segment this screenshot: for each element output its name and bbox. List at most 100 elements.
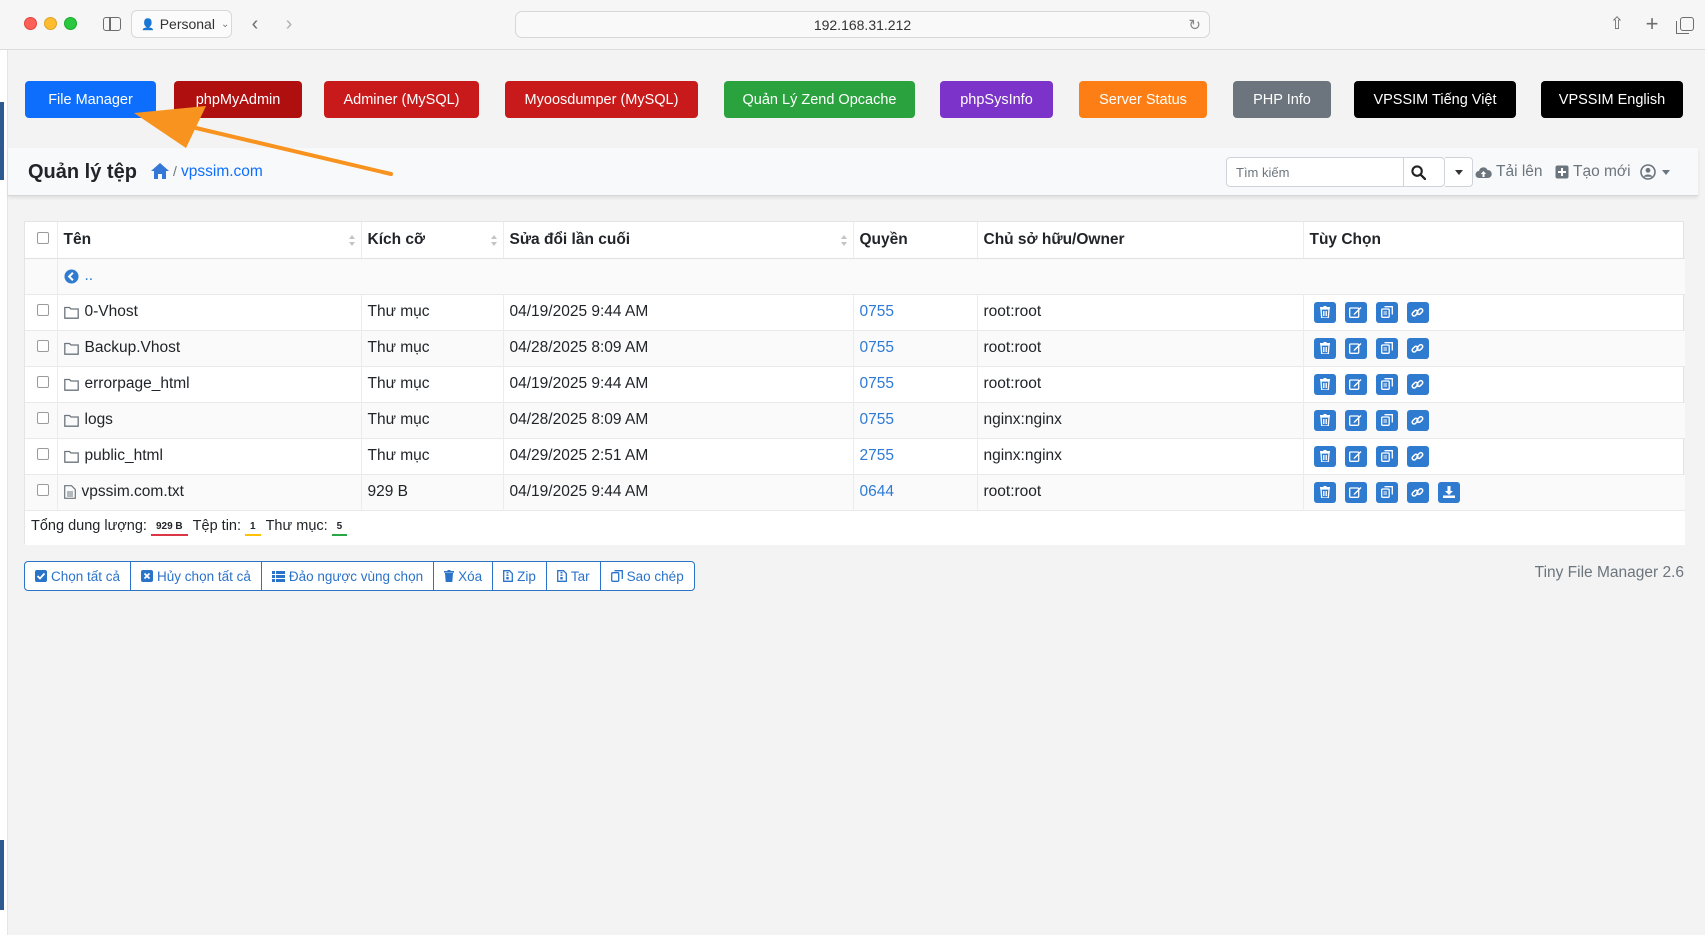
link-icon[interactable] bbox=[1406, 337, 1429, 359]
unselect-all-button[interactable]: Hủy chọn tất cả bbox=[131, 562, 262, 590]
select-all-header bbox=[25, 222, 58, 259]
copy-icon[interactable] bbox=[1375, 337, 1398, 359]
rename-icon[interactable] bbox=[1344, 445, 1367, 467]
permission-link[interactable]: 0755 bbox=[860, 375, 894, 392]
file-owner: nginx:nginx bbox=[977, 437, 1304, 474]
phpsysinfo-button[interactable]: phpSysInfo bbox=[940, 81, 1053, 118]
delete-icon[interactable] bbox=[1313, 409, 1336, 431]
home-icon[interactable] bbox=[150, 162, 170, 180]
parent-directory-link[interactable]: .. bbox=[85, 267, 94, 285]
address-text: 192.168.31.212 bbox=[813, 16, 912, 33]
parent-directory-row[interactable]: .. bbox=[25, 257, 1685, 294]
rename-icon[interactable] bbox=[1344, 337, 1367, 359]
copy-icon[interactable] bbox=[1375, 373, 1398, 395]
delete-icon[interactable] bbox=[1313, 481, 1336, 503]
copy-icon[interactable] bbox=[1375, 409, 1398, 431]
forward-arrow-icon[interactable]: › bbox=[280, 12, 298, 36]
file-name-link[interactable]: public_html bbox=[85, 447, 163, 465]
tab-overview-icon[interactable] bbox=[1676, 12, 1698, 36]
row-checkbox[interactable] bbox=[37, 412, 49, 424]
column-modified[interactable]: Sửa đổi lần cuối bbox=[503, 222, 854, 259]
myoosdumper-button[interactable]: Myoosdumper (MySQL) bbox=[505, 81, 698, 118]
link-icon[interactable] bbox=[1406, 481, 1429, 503]
link-icon[interactable] bbox=[1406, 409, 1429, 431]
row-checkbox[interactable] bbox=[37, 340, 49, 352]
table-row: 0-Vhost Thư mục 04/19/2025 9:44 AM 0755 root… bbox=[25, 293, 1685, 330]
permission-link[interactable]: 0755 bbox=[860, 303, 894, 320]
phpmyadmin-button[interactable]: phpMyAdmin bbox=[174, 81, 302, 118]
rename-icon[interactable] bbox=[1344, 409, 1367, 431]
file-modified: 04/29/2025 2:51 AM bbox=[503, 437, 854, 474]
adminer-button[interactable]: Adminer (MySQL) bbox=[324, 81, 479, 118]
zip-button[interactable]: Zip bbox=[493, 562, 547, 590]
row-checkbox[interactable] bbox=[37, 376, 49, 388]
permission-link[interactable]: 2755 bbox=[860, 447, 894, 464]
share-icon[interactable]: ⇧ bbox=[1606, 12, 1628, 36]
rename-icon[interactable] bbox=[1344, 373, 1367, 395]
permission-link[interactable]: 0755 bbox=[860, 339, 894, 356]
delete-icon[interactable] bbox=[1313, 445, 1336, 467]
upload-link[interactable]: Tải lên bbox=[1475, 163, 1543, 181]
profile-selector[interactable]: 👤 Personal ⌄ bbox=[131, 10, 232, 38]
zend-opcache-button[interactable]: Quản Lý Zend Opcache bbox=[724, 81, 915, 118]
sidebar-toggle-icon[interactable] bbox=[100, 12, 124, 36]
back-arrow-icon[interactable]: ‹ bbox=[246, 12, 264, 36]
table-row: vpssim.com.txt 929 B 04/19/2025 9:44 AM 064… bbox=[25, 473, 1685, 510]
file-name-link[interactable]: Backup.Vhost bbox=[85, 339, 181, 357]
file-name-link[interactable]: 0-Vhost bbox=[85, 303, 138, 321]
address-bar[interactable]: 192.168.31.212 ↻ bbox=[515, 11, 1210, 38]
search-options-dropdown[interactable] bbox=[1445, 157, 1473, 187]
search-button[interactable] bbox=[1403, 158, 1433, 186]
folder-count-badge: 5 bbox=[331, 519, 348, 537]
link-icon[interactable] bbox=[1406, 301, 1429, 323]
sort-icon bbox=[348, 235, 355, 247]
delete-icon[interactable] bbox=[1313, 301, 1336, 323]
tar-button[interactable]: Tar bbox=[547, 562, 601, 590]
permission-link[interactable]: 0644 bbox=[860, 483, 894, 500]
php-info-button[interactable]: PHP Info bbox=[1233, 81, 1331, 118]
select-all-checkbox[interactable] bbox=[37, 231, 49, 244]
delete-icon[interactable] bbox=[1313, 373, 1336, 395]
link-icon[interactable] bbox=[1406, 373, 1429, 395]
minimize-window-button[interactable] bbox=[44, 17, 57, 30]
zoom-window-button[interactable] bbox=[64, 17, 77, 30]
download-icon[interactable] bbox=[1437, 481, 1460, 503]
column-name[interactable]: Tên bbox=[57, 222, 362, 259]
file-name-link[interactable]: errorpage_html bbox=[85, 375, 190, 393]
reload-icon[interactable]: ↻ bbox=[1188, 16, 1201, 34]
vpssim-vietnamese-button[interactable]: VPSSIM Tiếng Việt bbox=[1354, 81, 1516, 118]
delete-icon[interactable] bbox=[1313, 337, 1336, 359]
close-window-button[interactable] bbox=[24, 17, 37, 30]
total-size-badge: 929 B bbox=[150, 519, 188, 537]
column-size[interactable]: Kích cỡ bbox=[361, 222, 504, 259]
server-status-button[interactable]: Server Status bbox=[1079, 81, 1207, 118]
copy-icon[interactable] bbox=[1375, 301, 1398, 323]
user-menu[interactable] bbox=[1640, 164, 1670, 180]
vpssim-english-button[interactable]: VPSSIM English bbox=[1541, 81, 1683, 118]
file-modified: 04/19/2025 9:44 AM bbox=[503, 365, 854, 402]
row-checkbox[interactable] bbox=[37, 304, 49, 316]
copy-icon[interactable] bbox=[1375, 445, 1398, 467]
file-manager-button[interactable]: File Manager bbox=[25, 81, 156, 118]
invert-selection-button[interactable]: Đảo ngược vùng chọn bbox=[262, 562, 435, 590]
permission-link[interactable]: 0755 bbox=[860, 411, 894, 428]
link-icon[interactable] bbox=[1406, 445, 1429, 467]
cloud-upload-icon bbox=[1475, 166, 1492, 178]
rename-icon[interactable] bbox=[1344, 481, 1367, 503]
trash-icon bbox=[444, 570, 455, 582]
copy-icon bbox=[610, 570, 623, 582]
copy-icon[interactable] bbox=[1375, 481, 1398, 503]
summary-row: Tổng dung lượng: 929 B Tệp tin: 1 Thư mục: 5 bbox=[25, 509, 1685, 545]
create-new-link[interactable]: Tạo mới bbox=[1555, 163, 1631, 181]
search-input[interactable] bbox=[1227, 158, 1397, 186]
new-tab-icon[interactable]: + bbox=[1641, 11, 1663, 36]
delete-button[interactable]: Xóa bbox=[434, 562, 494, 590]
breadcrumb-link[interactable]: vpssim.com bbox=[181, 163, 263, 181]
copy-button[interactable]: Sao chép bbox=[601, 562, 694, 590]
select-all-button[interactable]: Chọn tất cả bbox=[25, 562, 132, 590]
rename-icon[interactable] bbox=[1344, 301, 1367, 323]
file-name-link[interactable]: logs bbox=[85, 411, 113, 429]
file-name-link[interactable]: vpssim.com.txt bbox=[82, 483, 184, 501]
row-checkbox[interactable] bbox=[37, 484, 49, 496]
row-checkbox[interactable] bbox=[37, 448, 49, 460]
